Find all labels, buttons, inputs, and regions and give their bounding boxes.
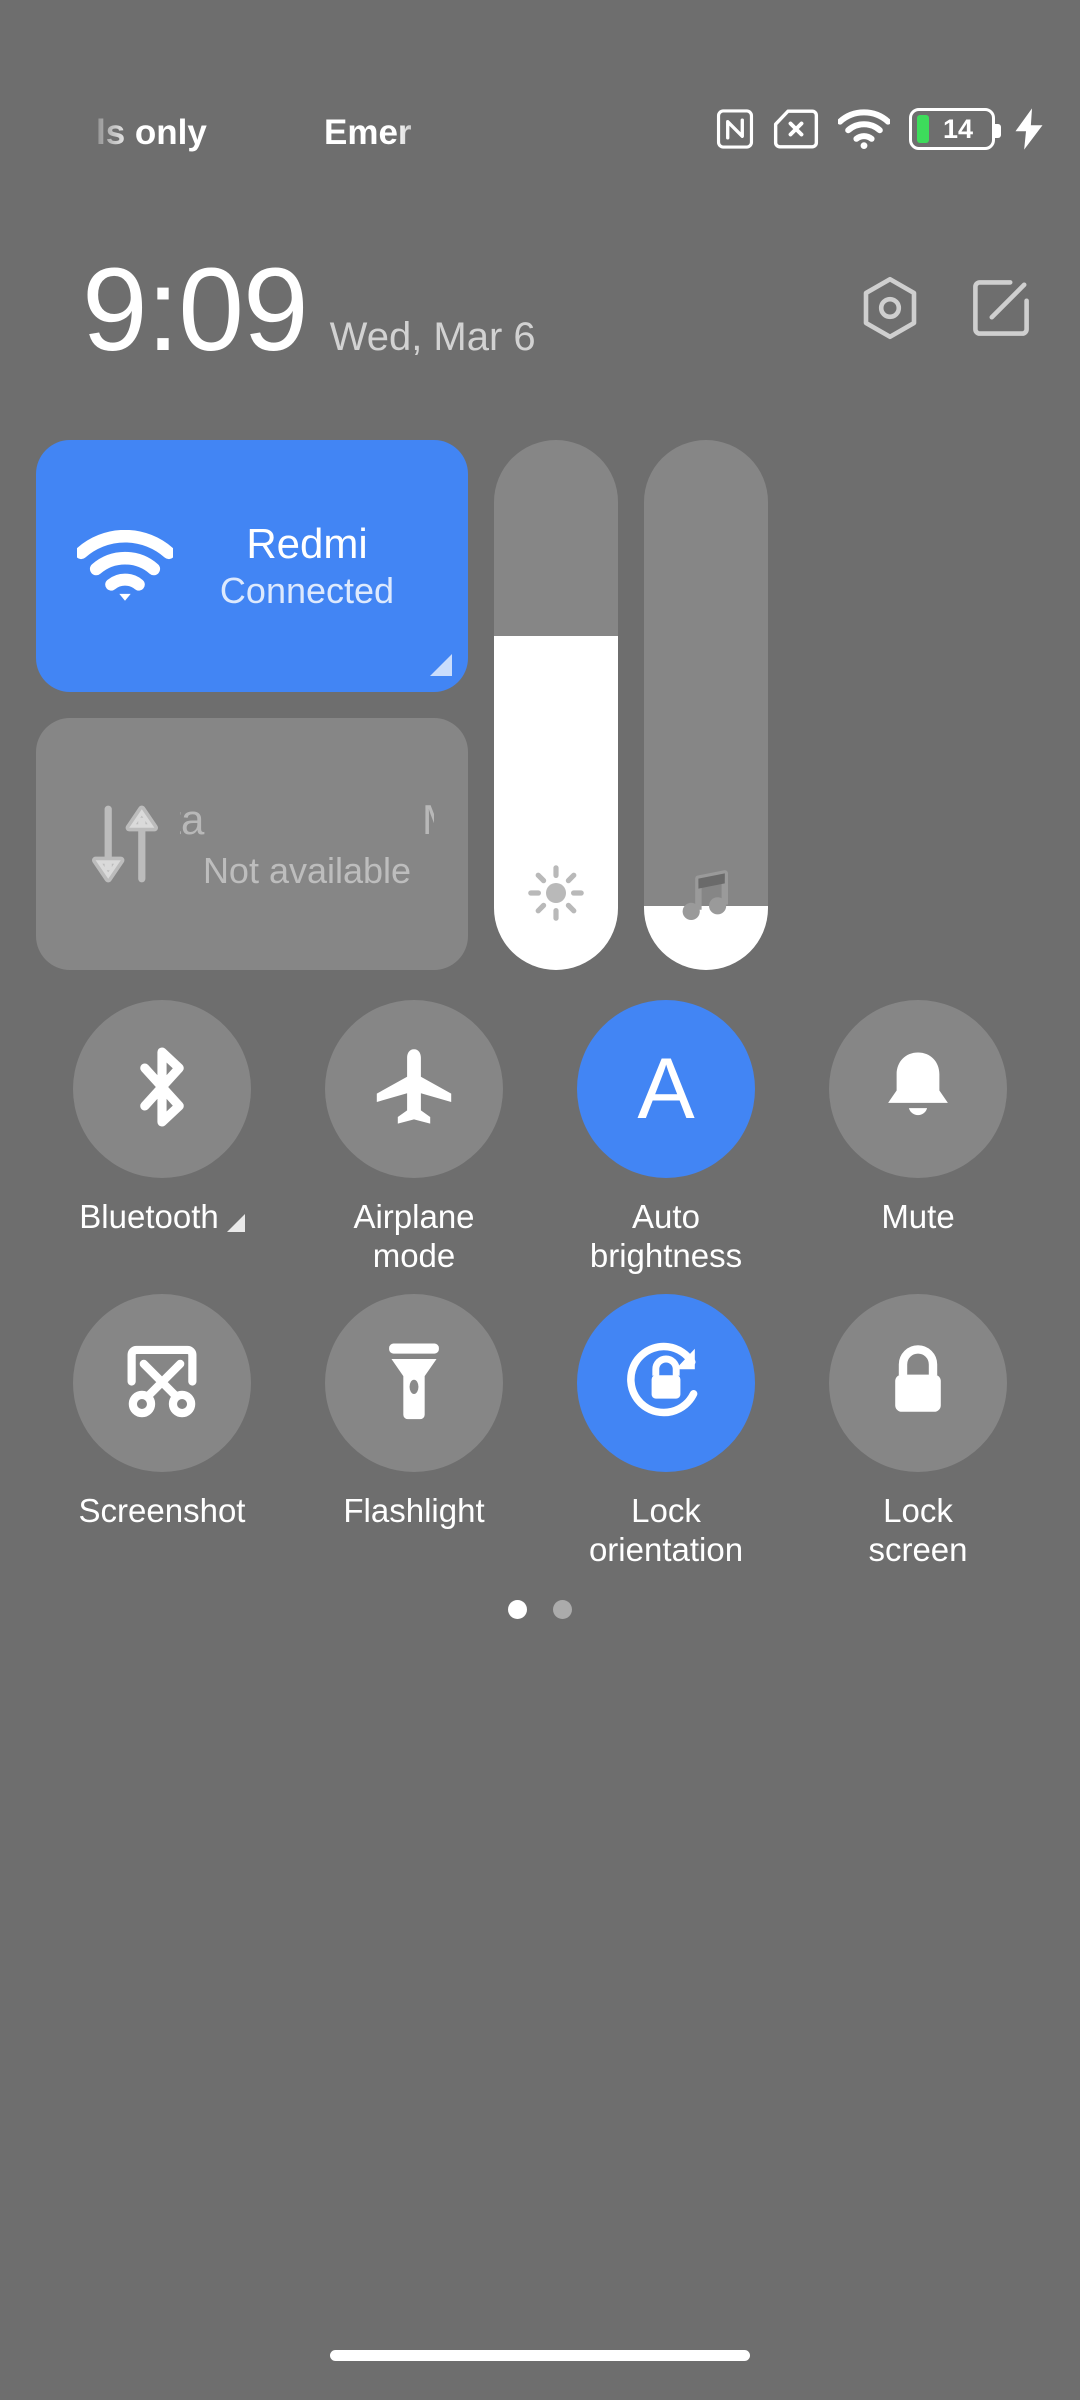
mobile-data-label-head: Mob <box>422 797 434 843</box>
toggle-bluetooth-label: Bluetooth <box>79 1198 245 1237</box>
toggle-lock-screen-label-text: Lock screen <box>868 1491 968 1568</box>
quick-settings-panel: ls only Emer 14 9:09 Wed, Mar 6 Redmi Co… <box>0 0 1080 2400</box>
toggle-lock-orientation-circle[interactable] <box>577 1293 755 1472</box>
battery-indicator: 14 <box>909 108 1001 150</box>
mobile-data-title-marquee: ata Mob <box>180 797 434 847</box>
lock-icon <box>882 1338 954 1427</box>
header-action-group <box>854 274 1036 346</box>
page-indicator <box>0 1600 1080 1619</box>
sim-missing-icon <box>773 108 819 150</box>
wifi-icon <box>70 530 180 602</box>
edit-tiles-button[interactable] <box>964 274 1036 346</box>
nfc-icon <box>716 108 754 150</box>
toggle-lock-screen-label: Lock screen <box>868 1492 967 1570</box>
toggle-lock-screen[interactable]: Lock screen <box>792 1293 1044 1570</box>
toggle-bluetooth-circle[interactable] <box>73 1000 251 1178</box>
home-gesture-pill[interactable] <box>330 2349 750 2361</box>
mobile-data-label-tail: ata <box>180 797 205 844</box>
screenshot-icon <box>119 1339 205 1426</box>
page-dot-2[interactable] <box>553 1600 572 1619</box>
bell-icon <box>879 1046 957 1133</box>
toggle-screenshot[interactable]: Screenshot <box>36 1293 288 1570</box>
clock-group: 9:09 Wed, Mar 6 <box>82 251 536 369</box>
toggle-auto-brightness-label-text: Auto brightness <box>589 1198 743 1274</box>
brightness-slider[interactable] <box>494 440 618 970</box>
toggle-grid: Bluetooth Airplane mode A Auto brightnes… <box>0 1000 1080 1570</box>
toggle-lock-screen-circle[interactable] <box>829 1293 1007 1472</box>
toggle-airplane-mode-label: Airplane mode <box>353 1198 474 1276</box>
auto-brightness-icon: A <box>637 1041 695 1137</box>
toggle-screenshot-label-text: Screenshot <box>78 1491 246 1529</box>
sun-icon <box>528 865 584 926</box>
toggle-flashlight[interactable]: Flashlight <box>288 1293 540 1570</box>
bluetooth-icon <box>123 1044 201 1135</box>
status-icons: 14 <box>716 105 1044 153</box>
connectivity-column: Redmi Connected ata Mob <box>36 440 468 970</box>
toggle-mute[interactable]: Mute <box>792 1000 1044 1276</box>
clock-time: 9:09 <box>82 244 309 376</box>
toggle-lock-orientation[interactable]: Lock orientation <box>540 1293 792 1570</box>
battery-percent-label: 14 <box>942 113 974 144</box>
mobile-data-tile[interactable]: ata Mob Not available <box>36 718 468 970</box>
toggle-airplane-mode[interactable]: Airplane mode <box>288 1000 540 1276</box>
settings-button[interactable] <box>854 274 926 346</box>
toggle-auto-brightness-circle[interactable]: A <box>577 1000 755 1178</box>
volume-slider-icon-wrap <box>644 867 768 930</box>
toggle-flashlight-label-text: Flashlight <box>343 1491 485 1529</box>
mobile-data-tile-text: ata Mob Not available <box>180 797 434 891</box>
toggle-flashlight-circle[interactable] <box>325 1293 503 1472</box>
carrier-label-group: ls only Emer <box>36 105 596 153</box>
toggle-mute-label-text: Mute <box>881 1198 955 1235</box>
toggle-auto-brightness-label: Auto brightness <box>590 1198 742 1276</box>
flashlight-icon <box>381 1337 447 1428</box>
settings-hex-icon <box>860 276 920 345</box>
wifi-tile[interactable]: Redmi Connected <box>36 440 468 692</box>
page-dot-1[interactable] <box>508 1600 527 1619</box>
toggle-bluetooth-label-text: Bluetooth <box>79 1198 219 1235</box>
volume-slider[interactable] <box>644 440 768 970</box>
mobile-data-status-label: Not available <box>202 850 412 892</box>
top-tiles-area: Redmi Connected ata Mob <box>0 440 1080 970</box>
wifi-status-label: Connected <box>219 570 395 612</box>
status-bar: ls only Emer 14 <box>0 0 1080 175</box>
mobile-data-icon <box>70 798 180 890</box>
toggle-lock-orientation-label-text: Lock orientation <box>588 1491 744 1568</box>
edit-icon <box>971 278 1029 343</box>
navigation-bar <box>0 2310 1080 2400</box>
toggle-bluetooth[interactable]: Bluetooth <box>36 1000 288 1276</box>
panel-header: 9:09 Wed, Mar 6 <box>0 240 1080 380</box>
music-note-icon <box>678 867 734 930</box>
clock-date: Wed, Mar 6 <box>329 315 536 359</box>
bluetooth-expand-indicator-icon[interactable] <box>226 1214 245 1232</box>
wifi-icon <box>838 109 890 149</box>
wifi-expand-indicator-icon[interactable] <box>430 654 452 676</box>
toggle-mute-circle[interactable] <box>829 1000 1007 1178</box>
toggle-airplane-mode-circle[interactable] <box>325 1000 503 1178</box>
toggle-lock-orientation-label: Lock orientation <box>589 1492 743 1570</box>
carrier-label-primary: ls only <box>96 113 207 152</box>
lock-rotation-icon <box>621 1335 711 1430</box>
toggle-screenshot-label: Screenshot <box>79 1492 246 1531</box>
toggle-mute-label: Mute <box>881 1198 954 1237</box>
airplane-icon <box>372 1045 456 1134</box>
toggle-flashlight-label: Flashlight <box>343 1492 484 1531</box>
toggle-airplane-mode-label-text: Airplane mode <box>353 1198 475 1274</box>
carrier-label-secondary: Emer <box>324 113 412 152</box>
toggle-auto-brightness[interactable]: A Auto brightness <box>540 1000 792 1276</box>
wifi-ssid-label: Redmi <box>246 520 368 568</box>
brightness-slider-icon-wrap <box>494 865 618 926</box>
charging-bolt-icon <box>1014 108 1044 150</box>
toggle-screenshot-circle[interactable] <box>73 1293 251 1472</box>
wifi-tile-text: Redmi Connected <box>180 520 434 612</box>
